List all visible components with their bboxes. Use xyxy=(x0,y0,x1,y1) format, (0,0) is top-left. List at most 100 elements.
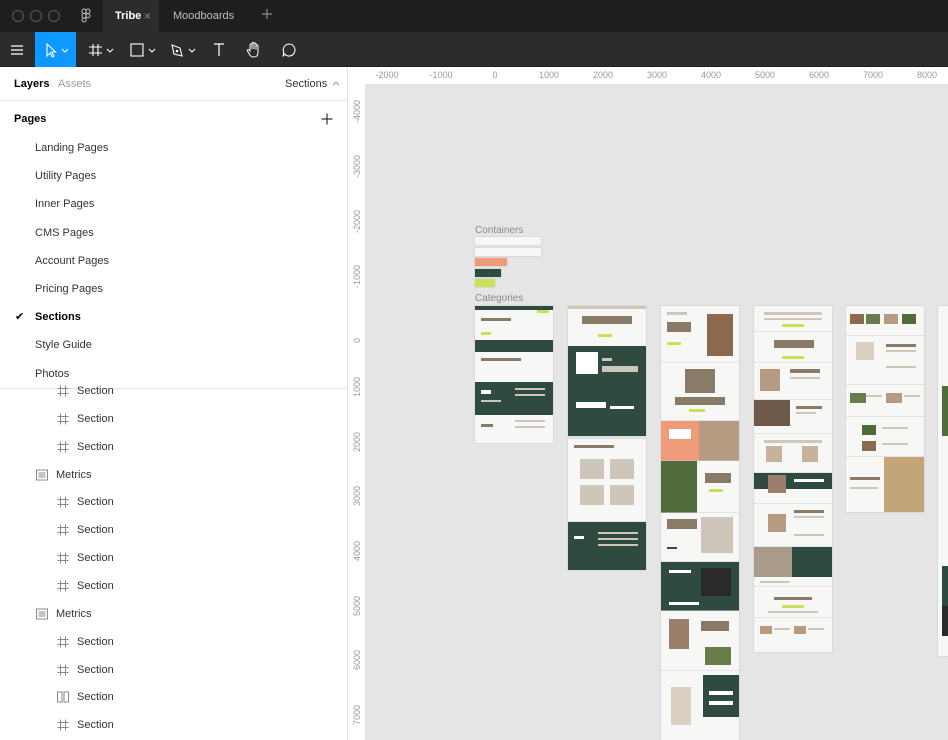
layer-label: Section xyxy=(77,385,114,397)
frame-block xyxy=(882,427,908,429)
ruler-tick-label: -2000 xyxy=(352,209,362,233)
frame-tool-button[interactable] xyxy=(84,32,118,67)
frame-block xyxy=(515,420,545,422)
containers-frame-label[interactable]: Containers xyxy=(475,225,523,236)
frame-icon xyxy=(57,552,69,564)
section-frame[interactable] xyxy=(846,417,924,457)
close-window-button[interactable] xyxy=(12,10,24,22)
current-page-dropdown[interactable]: Sections xyxy=(285,78,340,90)
tab-assets[interactable]: Assets xyxy=(58,78,91,90)
layer-row[interactable]: Section xyxy=(0,544,347,572)
frame-block xyxy=(850,487,878,489)
layer-row[interactable]: Section xyxy=(0,683,347,711)
section-frame[interactable] xyxy=(938,306,948,656)
section-frame[interactable] xyxy=(846,336,924,388)
new-tab-plus-icon[interactable] xyxy=(260,7,274,21)
section-frame[interactable] xyxy=(661,562,739,611)
tab-moodboards[interactable]: Moodboards xyxy=(160,0,250,32)
ruler-tick-label: -1000 xyxy=(352,264,362,288)
layer-row[interactable]: Section xyxy=(0,405,347,433)
section-frame[interactable] xyxy=(846,306,924,336)
frame-block xyxy=(537,310,549,313)
hand-tool-button[interactable] xyxy=(243,32,265,67)
layer-row[interactable]: Metrics xyxy=(0,461,347,489)
section-frame[interactable] xyxy=(754,434,832,474)
container-frame[interactable] xyxy=(475,269,501,277)
page-item[interactable]: Landing Pages xyxy=(0,134,347,162)
tab-layers[interactable]: Layers xyxy=(14,78,49,90)
section-frame[interactable] xyxy=(754,473,832,504)
container-frame[interactable] xyxy=(475,258,507,266)
shape-tool-icon xyxy=(130,42,156,57)
frame-block xyxy=(764,312,822,315)
page-item[interactable]: Account Pages xyxy=(0,247,347,275)
layer-row[interactable]: Section xyxy=(0,377,347,405)
categories-frame-label[interactable]: Categories xyxy=(475,293,523,304)
section-frame[interactable] xyxy=(754,400,832,437)
page-item[interactable]: Pricing Pages xyxy=(0,275,347,303)
ruler-tick-label: 2000 xyxy=(592,70,614,80)
page-item[interactable]: Style Guide xyxy=(0,331,347,359)
canvas[interactable]: -2000 -1000 0 1000 2000 3000 4000 5000 6000 7000 8… xyxy=(348,67,948,740)
container-frame[interactable] xyxy=(475,248,541,256)
layer-label: Metrics xyxy=(56,607,92,620)
page-item[interactable]: Inner Pages xyxy=(0,190,347,218)
add-page-plus-icon[interactable] xyxy=(320,112,334,126)
section-frame[interactable] xyxy=(568,522,646,570)
container-frame[interactable] xyxy=(475,237,541,245)
frame-block xyxy=(481,318,511,321)
layer-row[interactable]: Section xyxy=(0,628,347,656)
comment-tool-icon xyxy=(282,42,296,57)
section-frame[interactable] xyxy=(661,671,739,740)
layer-label: Section xyxy=(77,496,114,509)
section-frame[interactable] xyxy=(661,421,739,461)
layer-row[interactable]: Section xyxy=(0,488,347,516)
layer-row[interactable]: Section xyxy=(0,711,347,739)
layer-row[interactable]: Section xyxy=(0,656,347,684)
tab-tribe[interactable]: Tribe × xyxy=(103,0,159,32)
pen-tool-icon xyxy=(171,43,196,57)
text-tool-button[interactable] xyxy=(208,32,230,67)
pen-tool-button[interactable] xyxy=(166,32,200,67)
frame-block xyxy=(782,356,804,359)
section-frame[interactable] xyxy=(754,363,832,400)
section-frame[interactable] xyxy=(754,618,832,652)
section-frame[interactable] xyxy=(475,306,553,443)
page-item[interactable]: CMS Pages xyxy=(0,219,347,247)
frame-block xyxy=(790,369,820,373)
columns-icon xyxy=(57,691,69,703)
section-frame[interactable] xyxy=(661,461,739,513)
section-frame[interactable] xyxy=(568,306,646,436)
layer-row[interactable]: Section xyxy=(0,433,347,461)
section-frame[interactable] xyxy=(661,513,739,562)
frame-block xyxy=(671,687,691,725)
section-frame[interactable] xyxy=(661,363,739,421)
page-item[interactable]: Utility Pages xyxy=(0,162,347,190)
page-item[interactable]: ✔ Sections xyxy=(0,303,347,331)
zoom-window-button[interactable] xyxy=(48,10,60,22)
frame-block xyxy=(886,393,902,403)
frame-block xyxy=(802,446,818,462)
section-frame[interactable] xyxy=(846,385,924,417)
figma-logo-icon[interactable] xyxy=(79,8,93,24)
ruler-tick-label: 4000 xyxy=(700,70,722,80)
pages-title: Pages xyxy=(14,113,47,125)
section-frame[interactable] xyxy=(846,457,924,512)
page-item-label: Utility Pages xyxy=(35,170,97,183)
section-frame[interactable] xyxy=(754,504,832,548)
move-tool-button[interactable] xyxy=(35,32,76,67)
comment-tool-button[interactable] xyxy=(278,32,300,67)
section-frame[interactable] xyxy=(661,611,739,671)
shape-tool-button[interactable] xyxy=(126,32,160,67)
main-menu-button[interactable] xyxy=(4,32,30,67)
tab-close-icon[interactable]: × xyxy=(144,0,151,32)
layer-label: Section xyxy=(77,691,114,704)
frame-block xyxy=(764,318,822,320)
frame-block xyxy=(481,390,491,394)
section-frame[interactable] xyxy=(754,547,832,587)
layer-row[interactable]: Metrics xyxy=(0,600,347,628)
layer-row[interactable]: Section xyxy=(0,516,347,544)
layer-row[interactable]: Section xyxy=(0,572,347,600)
container-frame[interactable] xyxy=(475,279,495,287)
minimize-window-button[interactable] xyxy=(30,10,42,22)
